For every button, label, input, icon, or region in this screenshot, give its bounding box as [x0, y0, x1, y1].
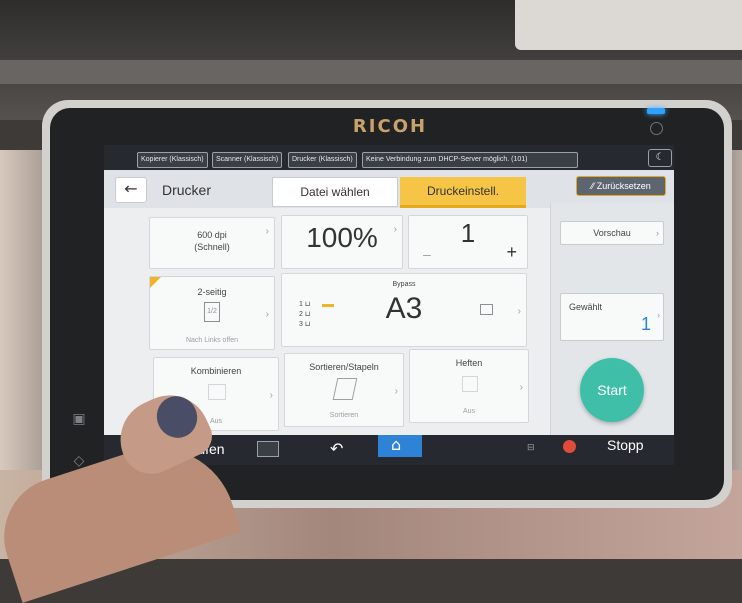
paper-source: Bypass [392, 281, 416, 288]
sort-stack-icon [332, 378, 358, 400]
resolution-line2: (Schnell) [194, 242, 230, 252]
undo-icon[interactable]: ↶ [330, 439, 343, 459]
duplex-sub: Nach Links offen [185, 337, 238, 344]
paper-orientation-icon [480, 304, 493, 315]
paper-tile[interactable]: 1 ⊔ 2 ⊔ 3 ⊔ Bypass A3 › [281, 273, 527, 347]
status-led [647, 108, 665, 114]
reset-label: Zurücksetzen [596, 181, 651, 191]
preview-button[interactable]: Vorschau › [560, 221, 664, 245]
chevron-right-icon: › [269, 390, 273, 402]
combine-icon [208, 384, 226, 400]
power-icon[interactable] [650, 122, 663, 135]
chevron-right-icon: › [393, 224, 397, 235]
resolution-tile[interactable]: 600 dpi (Schnell) › [149, 217, 275, 269]
eco-icon[interactable] [257, 441, 279, 457]
chip-scanner[interactable]: Scanner (Klassisch) [212, 152, 283, 168]
chevron-right-icon: › [657, 310, 660, 320]
stop-button[interactable]: Stopp [607, 437, 644, 453]
home-button[interactable]: ⌂ [378, 435, 422, 457]
chip-copier[interactable]: Kopierer (Klassisch) [137, 152, 208, 168]
home-icon: ⌂ [391, 435, 402, 454]
page-title: Drucker [162, 182, 212, 198]
staple-icon [462, 376, 478, 392]
chevron-right-icon: › [519, 382, 523, 394]
sort-tile[interactable]: Sortieren/Stapeln Sortieren › [284, 353, 404, 427]
combine-label: Kombinieren [190, 366, 242, 376]
chip-dhcp-message[interactable]: Keine Verbindung zum DHCP-Server möglich… [362, 152, 578, 168]
chevron-right-icon: › [517, 306, 521, 318]
chevron-right-icon: › [265, 309, 269, 321]
staple-label: Heften [455, 358, 483, 368]
resolution-line1: 600 dpi [197, 230, 227, 240]
status-bar: Kopierer (Klassisch) Scanner (Klassisch)… [104, 145, 674, 170]
scale-tile[interactable]: 100% › [281, 215, 403, 269]
background-box [515, 0, 742, 50]
staple-tile[interactable]: Heften Aus › [409, 349, 529, 423]
back-button[interactable]: ← [115, 177, 147, 203]
selected-count-box[interactable]: Gewählt 1 › [560, 293, 664, 341]
copies-tile: 1 – + [408, 215, 528, 269]
chip-printer[interactable]: Drucker (Klassisch) [288, 152, 357, 168]
sort-sub: Sortieren [329, 412, 359, 419]
scale-value: 100% [306, 222, 378, 253]
duplex-tile[interactable]: 2-seitig 1/2 Nach Links offen › [149, 276, 275, 350]
tab-select-file[interactable]: Datei wählen [272, 177, 398, 207]
selected-value: 1 [640, 314, 651, 334]
plus-button[interactable]: + [506, 242, 517, 263]
printer-top-edge [0, 60, 742, 84]
chevron-right-icon: › [265, 226, 269, 237]
chevron-right-icon: › [394, 386, 398, 398]
sort-label: Sortieren/Stapeln [309, 362, 379, 372]
selected-label: Gewählt [569, 302, 603, 312]
reset-button[interactable]: ⁄⁄ Zurücksetzen [576, 176, 666, 196]
tab-print-settings[interactable]: Druckeinstell. [400, 177, 526, 208]
lock-icon: ▣ [72, 411, 86, 427]
minus-button[interactable]: – [423, 246, 431, 262]
staple-sub: Aus [462, 408, 476, 415]
start-button[interactable]: Start [580, 358, 644, 422]
ricoh-logo: RICOH [352, 116, 428, 137]
stop-icon[interactable] [563, 440, 576, 453]
chevron-right-icon: › [656, 228, 659, 238]
storage-icon: ⊟ [527, 442, 535, 452]
duplex-icon: 1/2 [204, 302, 220, 322]
duplex-label: 2-seitig [197, 287, 227, 297]
preview-label: Vorschau [593, 228, 631, 238]
moon-icon[interactable]: ☾ [648, 149, 672, 167]
